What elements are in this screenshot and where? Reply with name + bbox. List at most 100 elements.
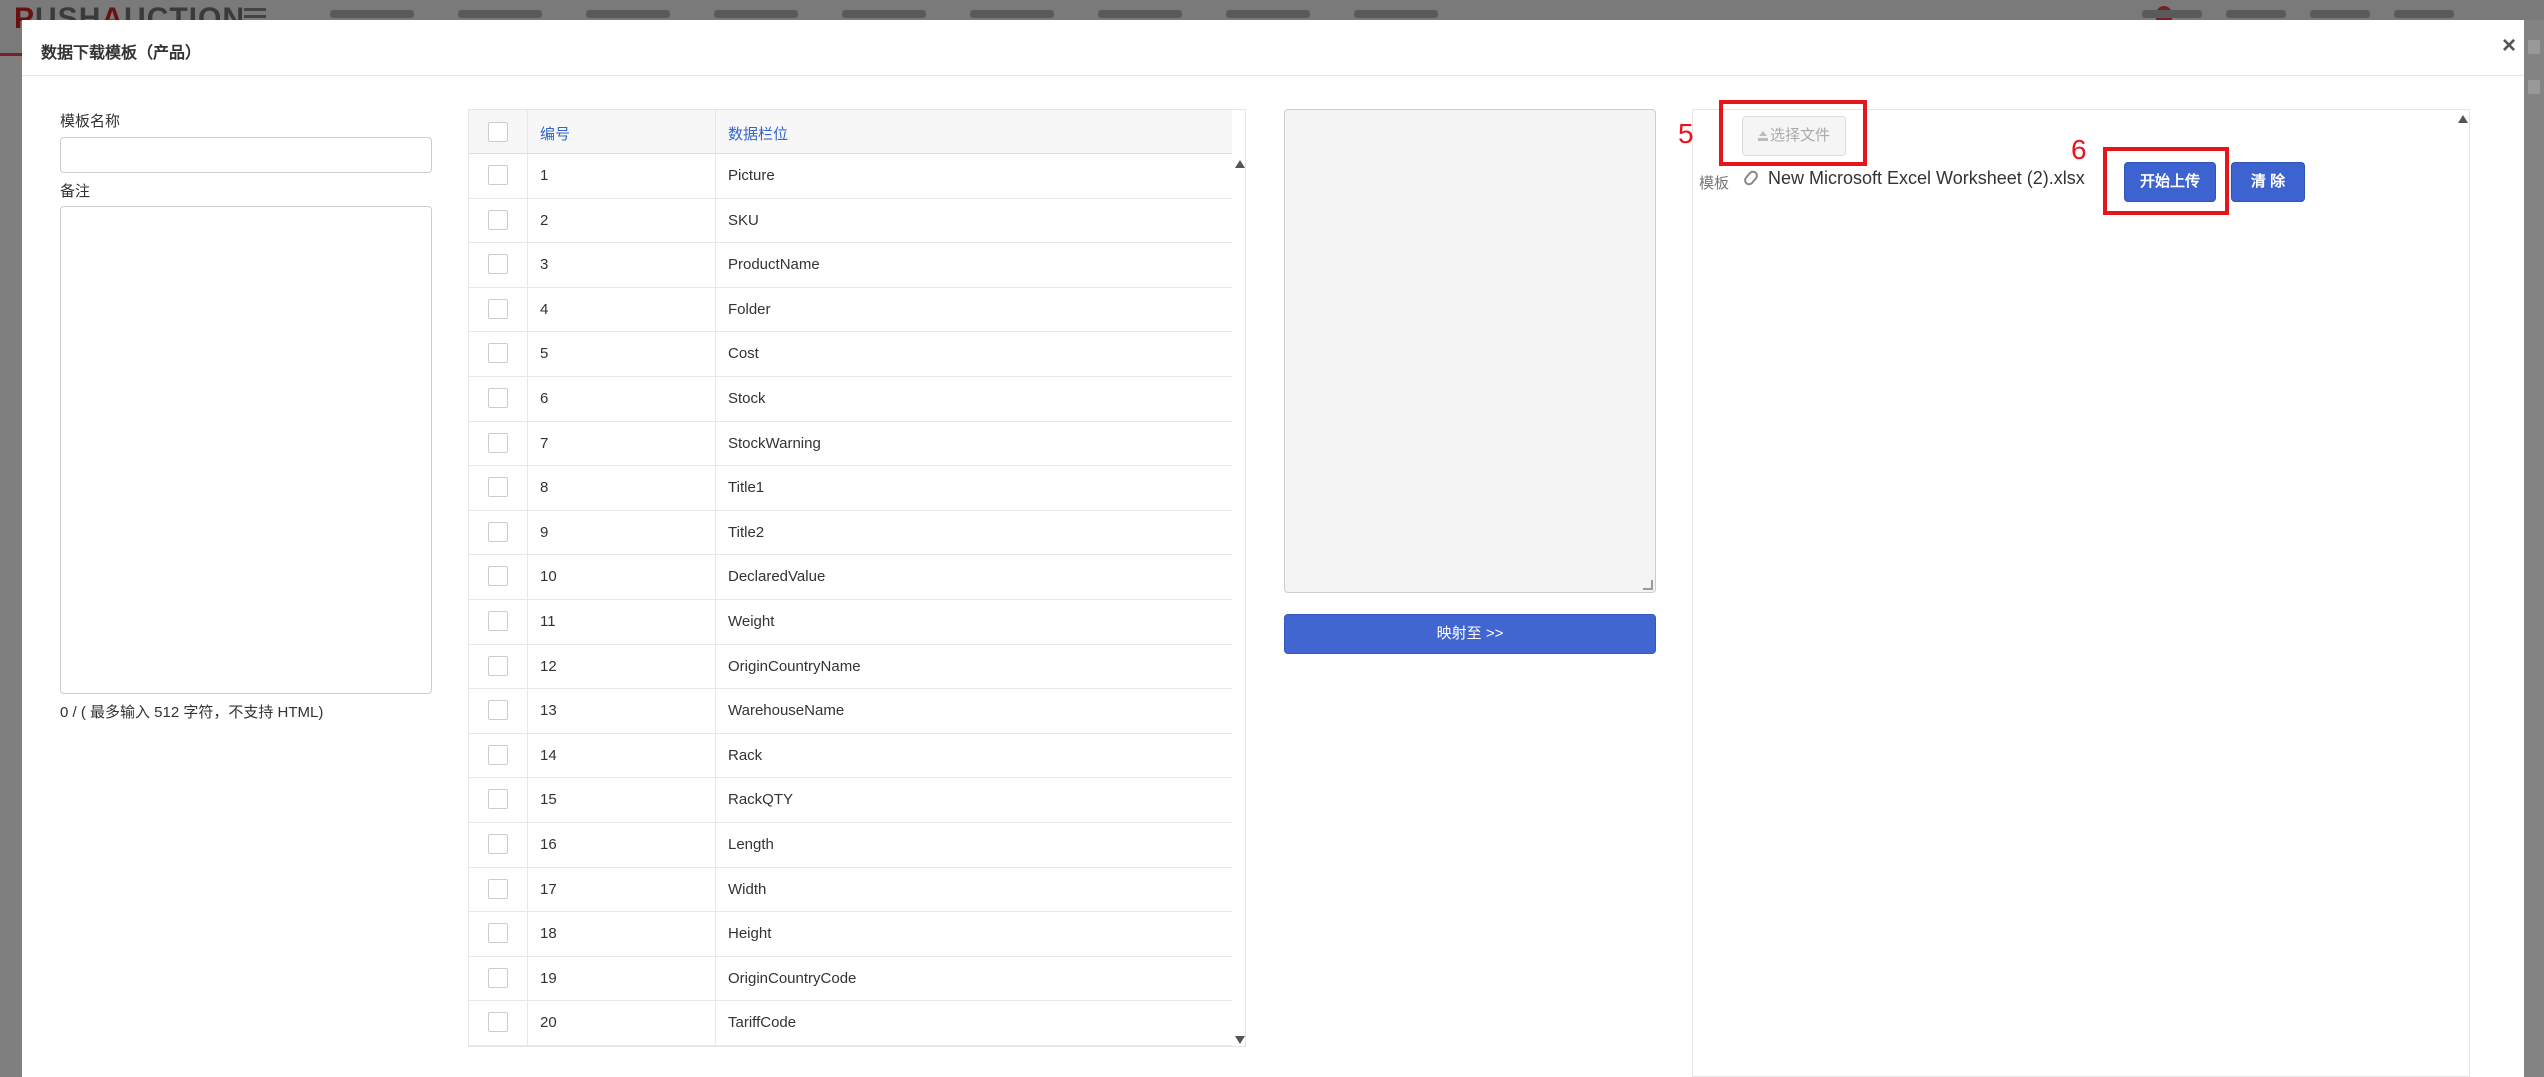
scroll-up-icon[interactable]	[2458, 115, 2468, 123]
row-number: 19	[540, 969, 557, 987]
close-icon[interactable]: ×	[2502, 34, 2516, 58]
row-checkbox[interactable]	[488, 521, 508, 542]
table-row[interactable]: 5 Cost	[469, 332, 1232, 377]
scroll-down-icon[interactable]	[1235, 1036, 1245, 1044]
row-number: 7	[540, 434, 549, 452]
mapping-textarea[interactable]	[1284, 109, 1656, 593]
template-name-input[interactable]	[60, 137, 432, 173]
row-field-name: Title1	[728, 479, 765, 497]
table-row[interactable]: 1 Picture	[469, 154, 1232, 199]
row-number: 13	[540, 702, 557, 720]
header-number[interactable]: 编号	[540, 123, 570, 144]
template-name-label: 模板名称	[60, 113, 121, 130]
row-number: 17	[540, 880, 557, 898]
row-number: 6	[540, 390, 549, 407]
row-checkbox[interactable]	[488, 967, 508, 988]
upload-panel	[1692, 109, 2470, 1077]
row-checkbox[interactable]	[488, 254, 508, 275]
row-checkbox[interactable]	[488, 700, 508, 721]
select-all-checkbox[interactable]	[488, 122, 508, 142]
table-row[interactable]: 13 WarehouseName	[469, 689, 1232, 734]
row-field-name: Title2	[728, 523, 765, 541]
table-row[interactable]: 20 TariffCode	[469, 1001, 1232, 1046]
row-checkbox[interactable]	[488, 744, 508, 765]
row-checkbox[interactable]	[488, 298, 508, 319]
row-field-name: OriginCountryCode	[728, 969, 857, 987]
row-checkbox[interactable]	[488, 878, 508, 899]
table-row[interactable]: 11 Weight	[469, 600, 1232, 645]
row-number: 11	[540, 613, 556, 630]
modal-header: 数据下载模板（产品） ×	[22, 20, 2524, 76]
table-row[interactable]: 3 ProductName	[469, 243, 1232, 288]
row-checkbox[interactable]	[488, 432, 508, 453]
row-number: 20	[540, 1014, 557, 1032]
row-number: 5	[540, 345, 549, 363]
table-row[interactable]: 4 Folder	[469, 287, 1232, 333]
row-checkbox[interactable]	[488, 834, 508, 854]
row-checkbox[interactable]	[488, 923, 508, 944]
row-checkbox[interactable]	[488, 789, 508, 810]
row-number: 8	[540, 479, 549, 497]
table-row[interactable]: 17 Width	[469, 867, 1232, 913]
table-row[interactable]: 18 Height	[469, 912, 1232, 957]
template-label: 模板	[1699, 175, 1730, 192]
row-number: 4	[540, 300, 549, 318]
row-checkbox[interactable]	[488, 655, 508, 676]
annotation-number-6: 6	[2071, 134, 2087, 165]
row-field-name: Height	[728, 925, 772, 943]
table-row[interactable]: 15 RackQTY	[469, 778, 1232, 823]
row-checkbox[interactable]	[488, 388, 508, 408]
map-to-button[interactable]: 映射至 >>	[1284, 614, 1656, 654]
row-number: 10	[540, 568, 557, 586]
row-field-name: RackQTY	[728, 791, 794, 809]
table-row[interactable]: 14 Rack	[469, 733, 1232, 779]
selected-file-name: New Microsoft Excel Worksheet (2).xlsx	[1768, 168, 2085, 188]
table-row[interactable]: 10 DeclaredValue	[469, 555, 1232, 600]
row-checkbox[interactable]	[488, 1012, 508, 1033]
row-field-name: WarehouseName	[728, 702, 845, 720]
field-table: 编号 数据栏位 1 Picture 2 SKU 3 ProductName 4 Folder 5…	[468, 109, 1246, 1047]
row-number: 16	[540, 836, 557, 853]
clear-button[interactable]: 清 除	[2231, 162, 2305, 202]
annotation-number-5: 5	[1678, 118, 1694, 149]
upload-scrollbar[interactable]	[2456, 109, 2470, 1077]
row-checkbox[interactable]	[488, 165, 508, 185]
row-number: 2	[540, 211, 549, 229]
background-user-menu	[2142, 10, 2454, 18]
row-field-name: OriginCountryName	[728, 657, 861, 675]
annotation-box-6	[2103, 147, 2229, 215]
row-field-name: Length	[728, 836, 774, 853]
table-row[interactable]: 7 StockWarning	[469, 421, 1232, 467]
table-row[interactable]: 19 OriginCountryCode	[469, 956, 1232, 1002]
row-checkbox[interactable]	[488, 477, 508, 498]
background-right-edge	[2524, 20, 2544, 1077]
row-checkbox[interactable]	[488, 566, 508, 587]
background-nav	[330, 10, 1482, 18]
row-number: 3	[540, 256, 549, 274]
row-checkbox[interactable]	[488, 343, 508, 364]
row-checkbox[interactable]	[488, 611, 508, 631]
row-checkbox[interactable]	[488, 209, 508, 230]
header-field[interactable]: 数据栏位	[728, 123, 788, 144]
table-row[interactable]: 8 Title1	[469, 466, 1232, 511]
char-count-hint: 0 / ( 最多输入 512 字符，不支持 HTML)	[60, 704, 324, 721]
row-number: 1	[540, 167, 549, 184]
background-left-edge	[0, 56, 22, 1077]
table-row[interactable]: 16 Length	[469, 823, 1232, 868]
row-field-name: Stock	[728, 390, 766, 407]
row-number: 15	[540, 791, 557, 809]
table-row[interactable]: 9 Title2	[469, 510, 1232, 556]
row-field-name: Width	[728, 880, 767, 898]
table-row[interactable]: 2 SKU	[469, 198, 1232, 244]
table-row[interactable]: 12 OriginCountryName	[469, 644, 1232, 690]
table-row[interactable]: 6 Stock	[469, 377, 1232, 422]
row-number: 18	[540, 925, 557, 943]
table-scrollbar[interactable]	[1232, 154, 1245, 1046]
row-number: 12	[540, 657, 557, 675]
row-field-name: Rack	[728, 746, 763, 764]
row-field-name: Folder	[728, 300, 771, 318]
scroll-up-icon[interactable]	[1235, 160, 1245, 168]
resize-grip-icon[interactable]	[1642, 580, 1654, 590]
note-textarea[interactable]	[60, 206, 432, 694]
annotation-box-5	[1719, 100, 1867, 166]
